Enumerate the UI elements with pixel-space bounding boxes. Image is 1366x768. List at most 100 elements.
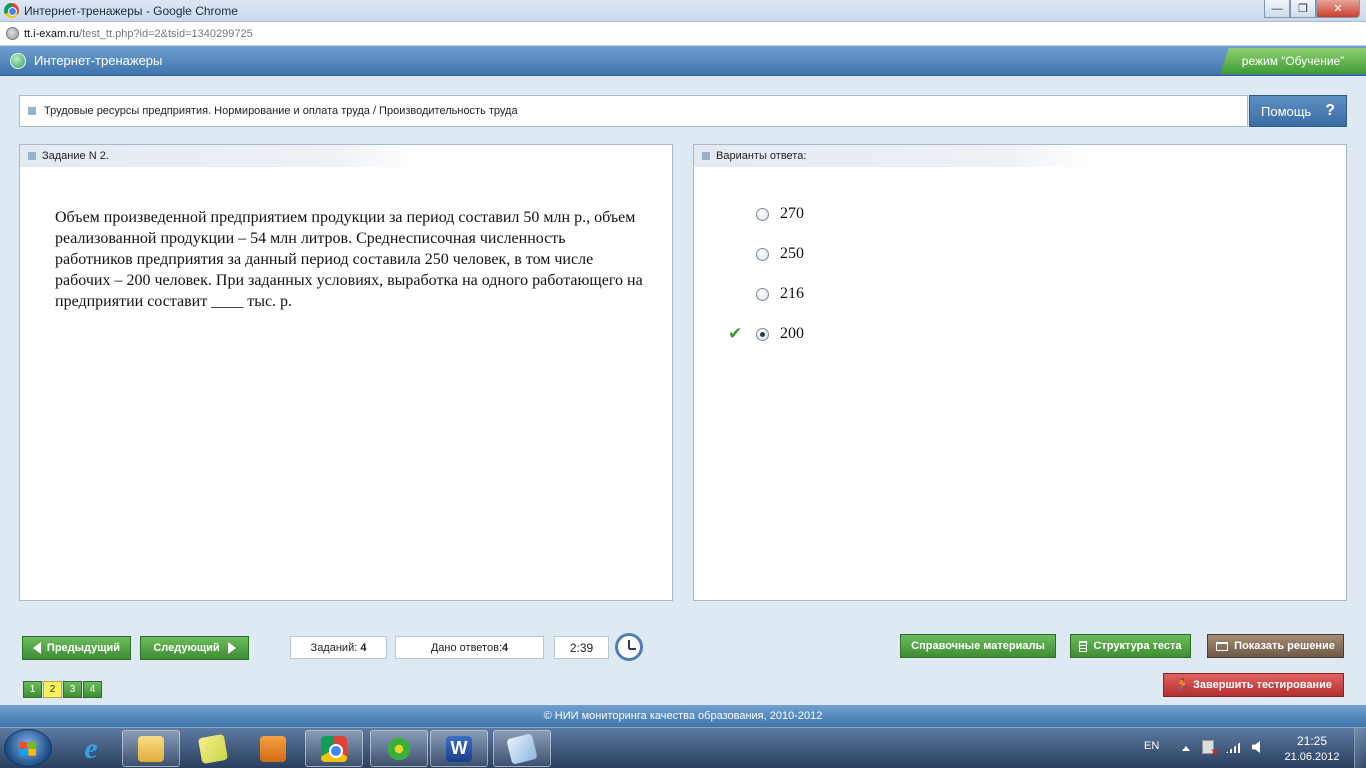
system-tray: EN 21:25 21.06.2012 (1126, 728, 1366, 768)
answer-label: 250 (780, 245, 804, 262)
answer-radio[interactable] (756, 288, 769, 301)
clock-icon (615, 633, 643, 661)
breadcrumb-text: Трудовые ресурсы предприятия. Нормирован… (44, 105, 518, 117)
help-label: Помощь (1261, 103, 1312, 119)
document-icon (1079, 640, 1088, 652)
finish-test-button[interactable]: 🏃 Завершить тестирование (1163, 673, 1344, 697)
notepad-icon (506, 732, 538, 765)
start-button[interactable] (4, 729, 52, 767)
answer-option-4[interactable]: ✔ 200 (694, 323, 994, 347)
close-button[interactable]: ✕ (1316, 0, 1360, 18)
task-pager: 1 2 3 4 (23, 681, 102, 698)
answers-panel: Варианты ответа: 270 250 216 ✔ 200 (693, 144, 1347, 601)
taskbar-word[interactable]: W (430, 730, 488, 767)
show-solution-button[interactable]: Показать решение (1207, 634, 1344, 658)
next-label: Следующий (153, 642, 220, 654)
runner-icon: 🏃 (1175, 678, 1190, 692)
chrome-icon (4, 3, 19, 18)
page-button-1[interactable]: 1 (23, 681, 42, 698)
page-footer: © НИИ мониторинга качества образования, … (0, 705, 1366, 727)
reference-label: Справочные материалы (911, 640, 1045, 652)
globe-icon (6, 27, 19, 40)
answer-option-1[interactable]: 270 (694, 203, 994, 227)
task-heading: Задание N 2. (42, 150, 109, 162)
page-button-4[interactable]: 4 (83, 681, 102, 698)
window-title-bar: Интернет-тренажеры - Google Chrome — ❐ ✕ (0, 0, 1366, 22)
answered-count-value: 4 (502, 641, 509, 654)
reference-materials-button[interactable]: Справочные материалы (900, 634, 1056, 658)
answer-label: 200 (780, 325, 804, 342)
app-header: Интернет-тренажеры режим “Обучение” (0, 46, 1366, 76)
taskbar-icq[interactable] (370, 730, 428, 767)
taskbar-notepad[interactable] (493, 730, 551, 767)
url-text[interactable]: tt.i-exam.ru/test_tt.php?id=2&tsid=13402… (24, 28, 253, 40)
square-bullet-icon (28, 107, 36, 115)
network-signal-icon[interactable] (1226, 741, 1242, 753)
media-player-icon (260, 735, 286, 762)
question-text: Объем произведенной предприятием продукц… (55, 209, 643, 310)
task-panel-header: Задание N 2. (20, 145, 415, 167)
windows-taskbar: e W EN 21:25 21.06.2012 (0, 727, 1366, 768)
tasks-count-box: Заданий: 4 (290, 636, 387, 659)
tasks-count-label: Заданий: (310, 641, 358, 654)
mode-badge: режим “Обучение” (1220, 48, 1366, 74)
answer-option-3[interactable]: 216 (694, 283, 994, 307)
language-indicator[interactable]: EN (1144, 740, 1159, 752)
arrow-left-icon (32, 642, 41, 654)
finish-label: Завершить тестирование (1193, 679, 1332, 691)
app-title: Интернет-тренажеры (34, 53, 163, 68)
structure-label: Структура теста (1093, 640, 1182, 652)
square-bullet-icon (702, 152, 710, 160)
chrome-icon (321, 735, 347, 762)
volume-icon[interactable] (1252, 741, 1260, 753)
taskbar-ie[interactable]: e (62, 730, 120, 767)
taskbar-media[interactable] (244, 730, 302, 767)
taskbar-explorer[interactable] (122, 730, 180, 767)
answers-heading: Варианты ответа: (716, 150, 807, 162)
tasks-count-value: 4 (360, 641, 367, 654)
taskbar-sticky-notes[interactable] (184, 730, 242, 767)
answered-count-box: Дано ответов: 4 (395, 636, 544, 659)
window-controls: — ❐ ✕ (1264, 0, 1360, 18)
page-button-2-current[interactable]: 2 (43, 681, 62, 698)
answer-radio[interactable] (756, 208, 769, 221)
page-button-3[interactable]: 3 (63, 681, 82, 698)
show-desktop-button[interactable] (1354, 728, 1366, 768)
folder-icon (138, 735, 164, 762)
answer-label: 270 (780, 205, 804, 222)
icq-flower-icon (386, 735, 412, 762)
previous-label: Предыдущий (46, 642, 121, 654)
answer-radio-selected[interactable] (756, 328, 769, 341)
clock-date[interactable]: 21.06.2012 (1276, 751, 1348, 763)
answer-radio[interactable] (756, 248, 769, 261)
answer-label: 216 (780, 285, 804, 302)
answers-panel-header: Варианты ответа: (694, 145, 1089, 167)
question-mark-icon: ? (1325, 102, 1335, 119)
action-center-flag-icon[interactable] (1202, 740, 1218, 759)
show-hidden-icons-icon[interactable] (1182, 746, 1190, 751)
taskbar-chrome[interactable] (305, 730, 363, 767)
arrow-right-icon (227, 642, 236, 654)
timer-value: 2:39 (569, 640, 594, 655)
clock-time[interactable]: 21:25 (1286, 734, 1338, 748)
url-path: /test_tt.php?id=2&tsid=1340299725 (79, 28, 253, 40)
answer-option-2[interactable]: 250 (694, 243, 994, 267)
answered-count-label: Дано ответов: (430, 641, 502, 654)
address-bar[interactable]: tt.i-exam.ru/test_tt.php?id=2&tsid=13402… (0, 22, 1366, 46)
word-icon: W (446, 735, 472, 762)
task-panel: Задание N 2. Объем произведенной предпри… (19, 144, 673, 601)
next-button[interactable]: Следующий (140, 636, 249, 660)
timer-box: 2:39 (554, 636, 609, 659)
ie-icon: e (84, 731, 98, 765)
checkmark-icon: ✔ (728, 324, 743, 343)
url-host: tt.i-exam.ru (24, 28, 80, 40)
maximize-button[interactable]: ❐ (1290, 0, 1316, 18)
square-bullet-icon (28, 152, 36, 160)
minimize-button[interactable]: — (1264, 0, 1290, 18)
previous-button[interactable]: Предыдущий (22, 636, 131, 660)
help-button[interactable]: Помощь ? (1249, 95, 1347, 127)
solution-label: Показать решение (1234, 640, 1335, 652)
copyright-text: © НИИ мониторинга качества образования, … (543, 710, 823, 722)
logo-icon (10, 53, 26, 69)
test-structure-button[interactable]: Структура теста (1070, 634, 1191, 658)
